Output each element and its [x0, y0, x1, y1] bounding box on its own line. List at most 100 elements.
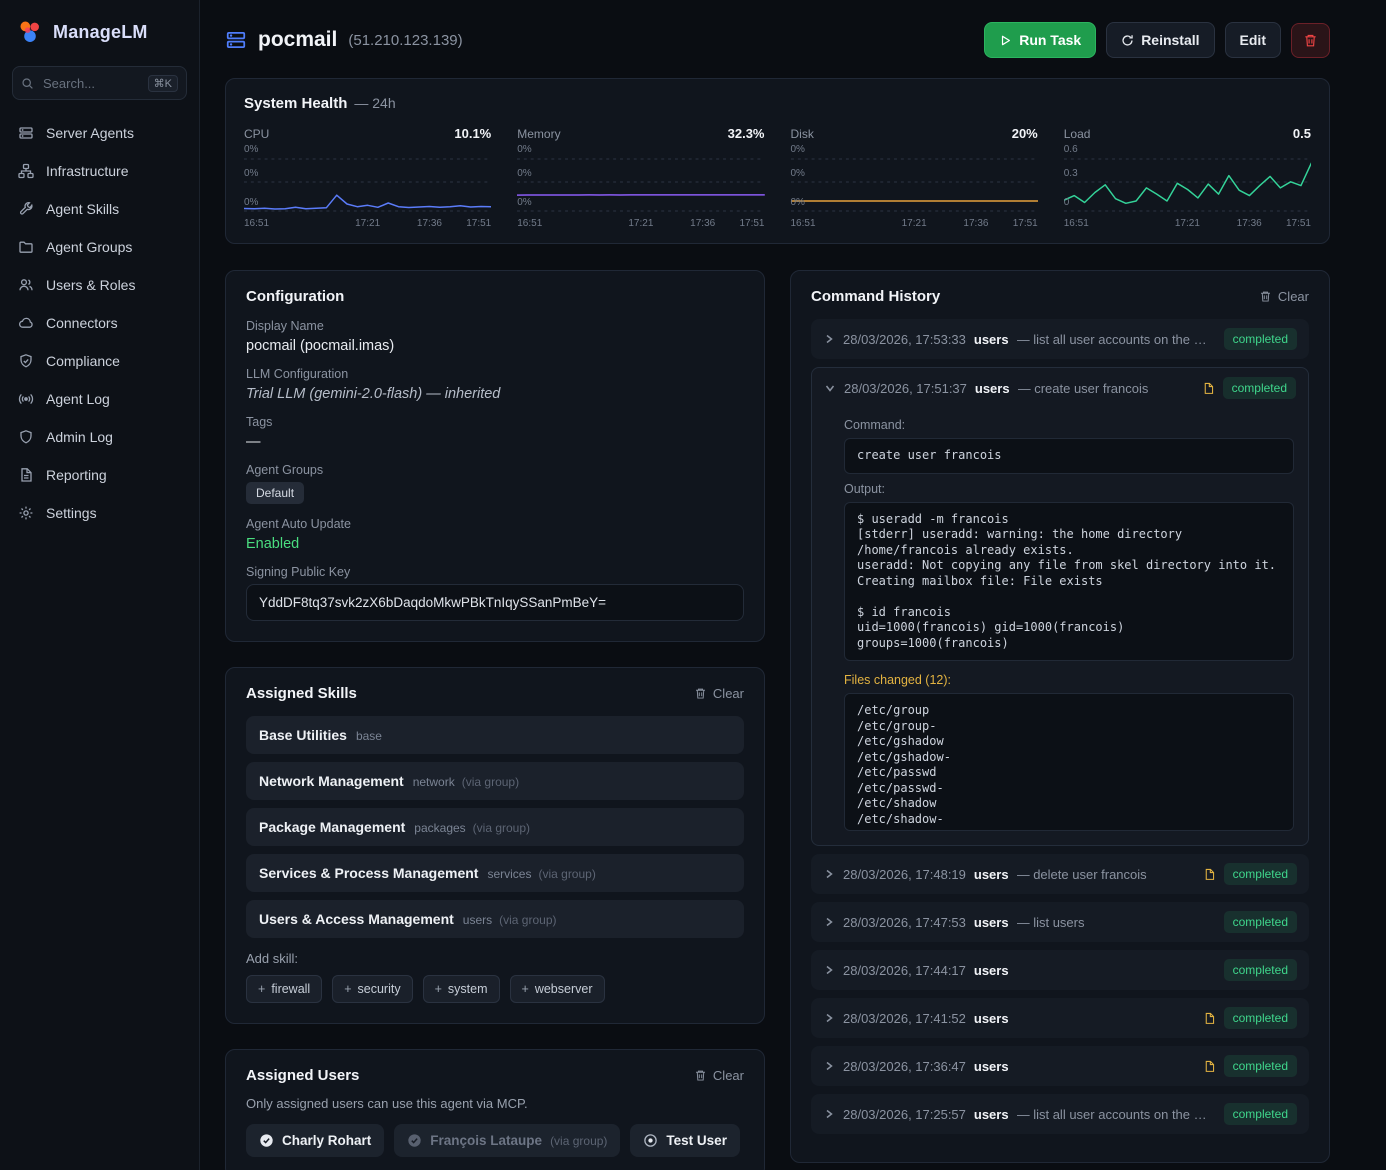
- signing-key-label: Signing Public Key: [246, 565, 744, 579]
- history-row-toggle[interactable]: 28/03/2026, 17:36:47 users completed: [811, 1046, 1309, 1086]
- auto-update-label: Agent Auto Update: [246, 517, 744, 531]
- user-chip-charly-rohart[interactable]: Charly Rohart: [246, 1124, 384, 1157]
- history-row: 28/03/2026, 17:48:19 users — delete user…: [811, 854, 1309, 894]
- sidebar-item-connectors[interactable]: Connectors: [0, 304, 199, 342]
- tags-value: —: [246, 434, 744, 450]
- add-skill-firewall-button[interactable]: +firewall: [246, 975, 322, 1003]
- output-label: Output:: [844, 482, 1294, 496]
- left-column: Configuration Display Name pocmail (pocm…: [225, 270, 765, 1170]
- x-tick: 17:51: [1013, 218, 1038, 229]
- history-row: 28/03/2026, 17:25:57 users — list all us…: [811, 1094, 1309, 1134]
- configuration-panel: Configuration Display Name pocmail (pocm…: [225, 270, 765, 642]
- plus-icon: +: [435, 982, 442, 996]
- sidebar-item-label: Server Agents: [46, 125, 134, 141]
- delete-agent-button[interactable]: [1291, 23, 1330, 58]
- y-tick: 0%: [244, 169, 258, 179]
- llm-config-label: LLM Configuration: [246, 367, 744, 381]
- add-skill-webserver-button[interactable]: +webserver: [510, 975, 605, 1003]
- command-label: Command:: [844, 418, 1294, 432]
- x-tick: 17:21: [355, 218, 380, 229]
- sidebar-item-compliance[interactable]: Compliance: [0, 342, 199, 380]
- cloud-icon: [18, 315, 34, 331]
- assigned-users-note: Only assigned users can use this agent v…: [246, 1096, 744, 1111]
- sidebar-item-agent-log[interactable]: Agent Log: [0, 380, 199, 418]
- sidebar-item-label: Users & Roles: [46, 277, 135, 293]
- system-health-title: System Health: [244, 95, 347, 112]
- sidebar-item-agent-skills[interactable]: Agent Skills: [0, 190, 199, 228]
- files-changed-list[interactable]: /etc/group /etc/group- /etc/gshadow /etc…: [844, 693, 1294, 831]
- sidebar-item-agent-groups[interactable]: Agent Groups: [0, 228, 199, 266]
- search-input[interactable]: [41, 75, 141, 92]
- sidebar: ManageLM ⌘K Server Agents Infrastructure…: [0, 0, 200, 1170]
- metric-value: 10.1%: [454, 126, 491, 141]
- history-row-toggle[interactable]: 28/03/2026, 17:25:57 users — list all us…: [811, 1094, 1309, 1134]
- history-row-expanded: 28/03/2026, 17:51:37 users — create user…: [811, 367, 1309, 846]
- sidebar-item-label: Infrastructure: [46, 163, 128, 179]
- command-history-title: Command History: [811, 288, 940, 305]
- disk-chart: Disk 20% 0% 0% 0% 16:51 17:21 17:36 17:5…: [791, 126, 1038, 231]
- chevron-right-icon: [823, 333, 835, 345]
- x-tick: 17:51: [466, 218, 491, 229]
- history-row-toggle[interactable]: 28/03/2026, 17:48:19 users — delete user…: [811, 854, 1309, 894]
- x-tick: 16:51: [791, 218, 816, 229]
- clear-users-button[interactable]: Clear: [694, 1068, 744, 1083]
- assigned-users-title: Assigned Users: [246, 1067, 359, 1084]
- sidebar-item-settings[interactable]: Settings: [0, 494, 199, 532]
- report-icon: [18, 467, 34, 483]
- x-tick: 17:21: [1175, 218, 1200, 229]
- sidebar-item-label: Settings: [46, 505, 97, 521]
- status-badge: completed: [1224, 1007, 1297, 1029]
- history-row: 28/03/2026, 17:41:52 users completed: [811, 998, 1309, 1038]
- sidebar-search[interactable]: ⌘K: [12, 66, 187, 100]
- plus-icon: +: [522, 982, 529, 996]
- chevron-right-icon: [823, 1012, 835, 1024]
- app-logo[interactable]: ManageLM: [0, 0, 199, 66]
- radio-icon: [643, 1133, 658, 1148]
- sidebar-item-infrastructure[interactable]: Infrastructure: [0, 152, 199, 190]
- sidebar-item-label: Connectors: [46, 315, 118, 331]
- x-tick: 16:51: [517, 218, 542, 229]
- shield-check-icon: [18, 353, 34, 369]
- skill-row-network-management[interactable]: Network Management network (via group): [246, 762, 744, 800]
- clear-skills-button[interactable]: Clear: [694, 686, 744, 701]
- sidebar-item-server-agents[interactable]: Server Agents: [0, 114, 199, 152]
- edit-button[interactable]: Edit: [1225, 22, 1281, 58]
- metric-name: Disk: [791, 127, 814, 141]
- history-row-toggle[interactable]: 28/03/2026, 17:44:17 users completed: [811, 950, 1309, 990]
- user-chip-test-user[interactable]: Test User: [630, 1124, 740, 1157]
- history-row: 28/03/2026, 17:47:53 users — list users …: [811, 902, 1309, 942]
- metric-name: CPU: [244, 127, 269, 141]
- x-tick: 16:51: [1064, 218, 1089, 229]
- configuration-title: Configuration: [246, 288, 344, 305]
- add-skill-security-button[interactable]: +security: [332, 975, 412, 1003]
- run-task-button[interactable]: Run Task: [984, 22, 1096, 58]
- folder-icon: [18, 239, 34, 255]
- skill-row-users-access-management[interactable]: Users & Access Management users (via gro…: [246, 900, 744, 938]
- user-chip-francois-lataupe[interactable]: François Lataupe (via group): [394, 1124, 620, 1157]
- group-chip-default: Default: [246, 482, 304, 504]
- y-tick: 0%: [517, 145, 531, 155]
- skill-row-services-process-management[interactable]: Services & Process Management services (…: [246, 854, 744, 892]
- history-row-toggle[interactable]: 28/03/2026, 17:51:37 users — create user…: [812, 368, 1308, 408]
- add-skill-system-button[interactable]: +system: [423, 975, 500, 1003]
- metric-value: 20%: [1012, 126, 1038, 141]
- metric-value: 32.3%: [728, 126, 765, 141]
- history-row-toggle[interactable]: 28/03/2026, 17:47:53 users — list users …: [811, 902, 1309, 942]
- trash-icon: [694, 687, 707, 700]
- chevron-down-icon: [824, 382, 836, 394]
- signing-key-value: YddDF8tq37svk2zX6bDaqdoMkwPBkTnIqySSanPm…: [246, 584, 744, 621]
- sidebar-item-admin-log[interactable]: Admin Log: [0, 418, 199, 456]
- skill-row-package-management[interactable]: Package Management packages (via group): [246, 808, 744, 846]
- sidebar-item-users-roles[interactable]: Users & Roles: [0, 266, 199, 304]
- clear-history-button[interactable]: Clear: [1259, 289, 1309, 304]
- history-row-toggle[interactable]: 28/03/2026, 17:41:52 users completed: [811, 998, 1309, 1038]
- history-row-toggle[interactable]: 28/03/2026, 17:53:33 users — list all us…: [811, 319, 1309, 359]
- y-tick: 0: [1064, 198, 1070, 208]
- skill-row-base-utilities[interactable]: Base Utilities base: [246, 716, 744, 754]
- x-tick: 17:51: [739, 218, 764, 229]
- y-tick: 0%: [791, 169, 805, 179]
- reinstall-button[interactable]: Reinstall: [1106, 22, 1214, 58]
- display-name-label: Display Name: [246, 319, 744, 333]
- status-badge: completed: [1224, 1055, 1297, 1077]
- sidebar-item-reporting[interactable]: Reporting: [0, 456, 199, 494]
